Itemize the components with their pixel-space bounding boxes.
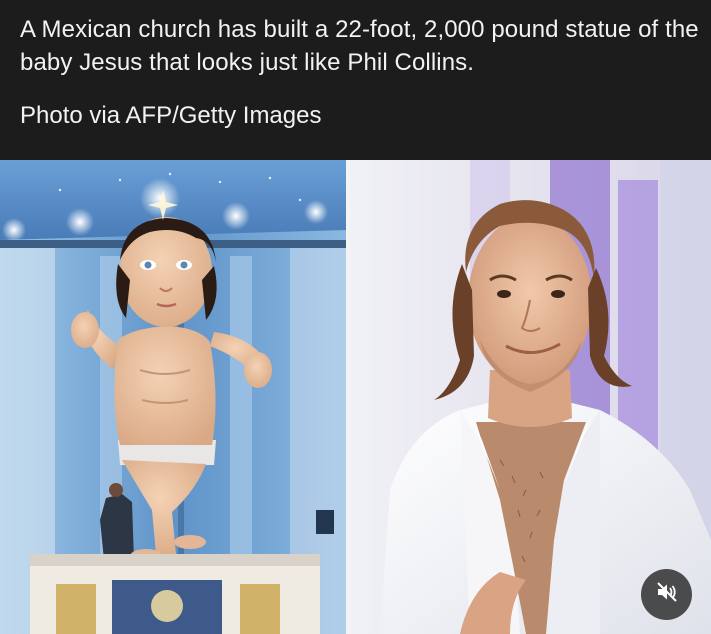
- post-media[interactable]: [0, 160, 711, 634]
- post-caption: A Mexican church has built a 22-foot, 2,…: [0, 0, 711, 160]
- caption-text: A Mexican church has built a 22-foot, 2,…: [20, 16, 699, 76]
- post-card: A Mexican church has built a 22-foot, 2,…: [0, 0, 711, 634]
- mute-button[interactable]: [641, 569, 692, 620]
- speaker-muted-icon: [655, 580, 679, 609]
- portrait-photo: [350, 160, 711, 634]
- photo-credit: Photo via AFP/Getty Images: [20, 102, 322, 129]
- statue-photo: [0, 160, 346, 634]
